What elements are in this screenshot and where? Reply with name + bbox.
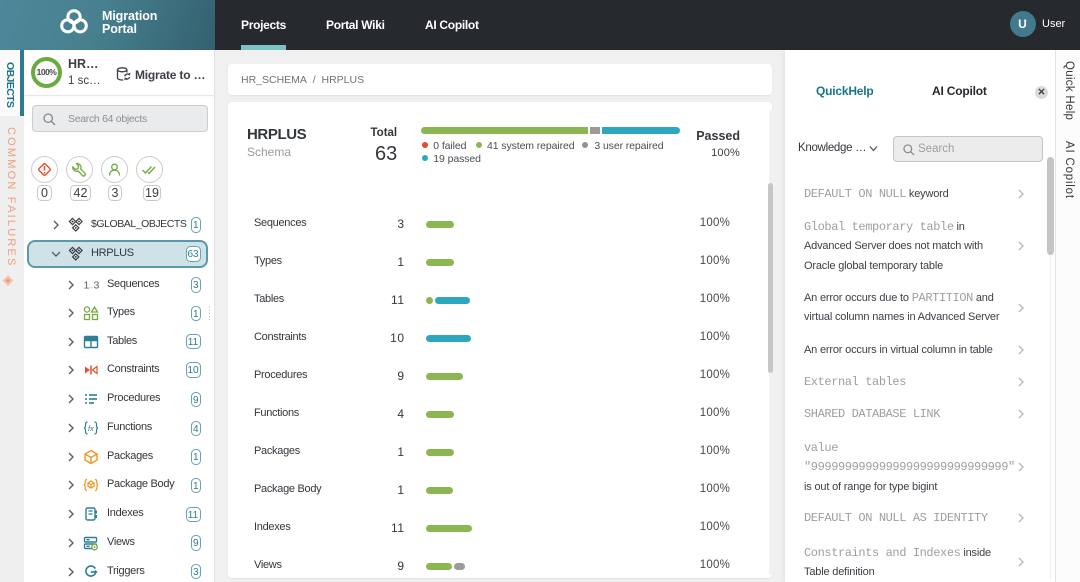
- svg-text:fx: fx: [88, 424, 94, 433]
- svg-text:3: 3: [94, 280, 100, 292]
- svg-text:1: 1: [84, 280, 90, 292]
